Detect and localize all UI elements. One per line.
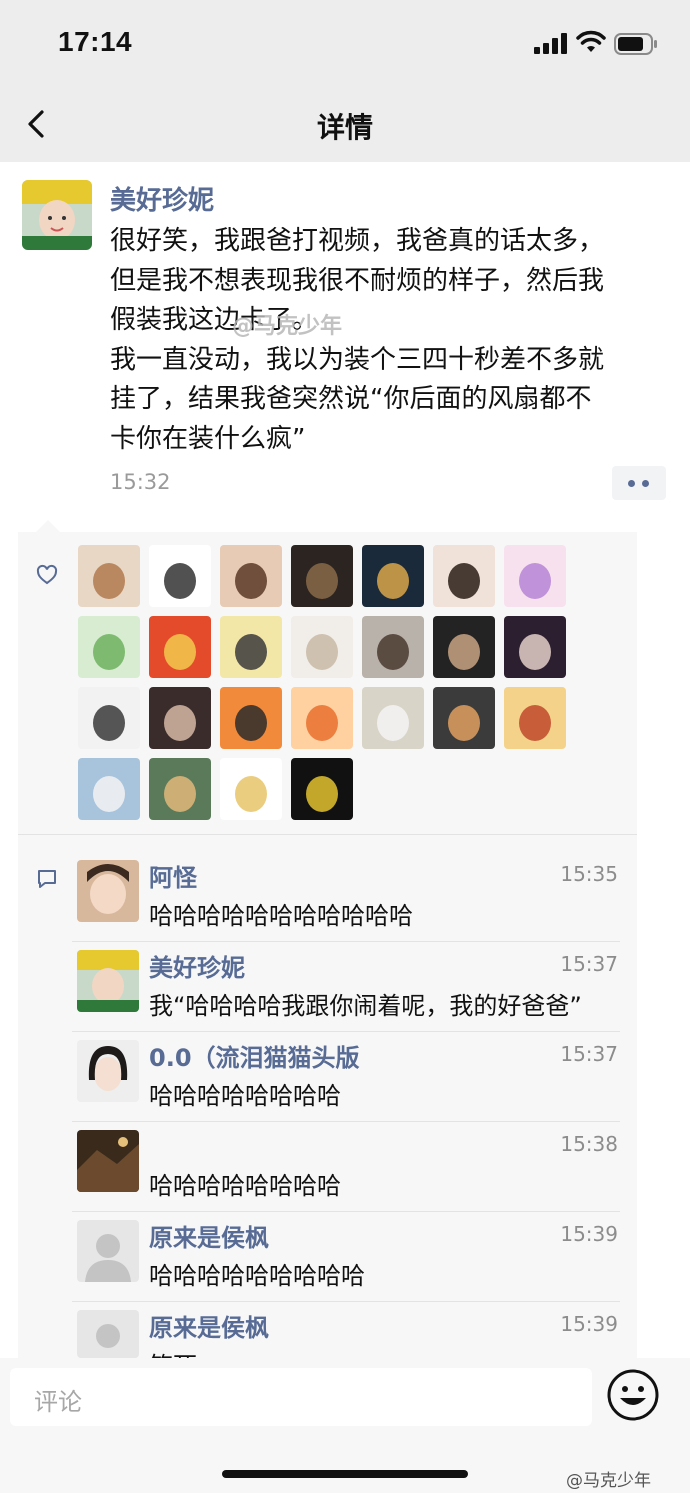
comment-avatar[interactable]	[77, 950, 139, 1012]
post-line: 假装我这边卡了。	[110, 305, 319, 335]
like-avatar[interactable]	[362, 616, 424, 678]
more-icon	[642, 480, 649, 487]
page-title: 详情	[316, 111, 373, 144]
comment-divider	[72, 1301, 620, 1302]
post-line: 卡你在装什么疯”	[110, 423, 306, 454]
comment-avatar[interactable]	[77, 1310, 139, 1358]
comment-icon	[38, 870, 56, 888]
emoji-icon[interactable]	[606, 1368, 660, 1422]
comment-author[interactable]: 原来是侯枫	[149, 1218, 269, 1253]
like-avatar[interactable]	[78, 758, 140, 820]
battery-icon	[614, 33, 657, 55]
likes-divider	[18, 834, 637, 835]
comment-divider	[72, 941, 620, 942]
post-line: 挂了，结果我爸突然说“你后面的风扇都不	[110, 384, 592, 414]
comment-avatar[interactable]	[77, 860, 139, 922]
post-author-name[interactable]: 美好珍妮	[110, 180, 214, 217]
like-avatar[interactable]	[433, 545, 495, 607]
comment-author[interactable]: 美好珍妮	[149, 948, 245, 983]
like-avatar[interactable]	[220, 616, 282, 678]
like-avatar[interactable]	[504, 545, 566, 607]
comment-text: 哈哈哈哈哈哈哈哈哈	[149, 1262, 365, 1290]
wifi-icon	[576, 30, 606, 52]
comment-time: 15:39	[560, 1222, 618, 1246]
comment-text: 哈哈哈哈哈哈哈哈	[149, 1172, 341, 1200]
like-avatar[interactable]	[220, 687, 282, 749]
comment-author[interactable]: 阿怪	[149, 858, 197, 893]
like-avatar[interactable]	[220, 758, 282, 820]
like-avatar[interactable]	[220, 545, 282, 607]
comment-divider	[72, 1121, 620, 1122]
comment-avatar[interactable]	[77, 1040, 139, 1102]
like-avatar[interactable]	[291, 545, 353, 607]
like-avatar[interactable]	[149, 545, 211, 607]
comment-time: 15:35	[560, 862, 618, 886]
like-avatar[interactable]	[504, 616, 566, 678]
like-avatar[interactable]	[149, 687, 211, 749]
like-avatar[interactable]	[362, 545, 424, 607]
like-avatar[interactable]	[291, 687, 353, 749]
footer-watermark: @马克少年	[566, 1471, 651, 1491]
signal-icon	[534, 33, 567, 54]
like-avatar[interactable]	[504, 687, 566, 749]
comment-time: 15:37	[560, 1042, 618, 1066]
comment-text: 哈哈哈哈哈哈哈哈哈哈哈	[149, 902, 413, 930]
comment-divider	[72, 1031, 620, 1032]
post-time: 15:32	[110, 470, 171, 494]
comment-input-placeholder: 评论	[34, 1388, 82, 1416]
comment-divider	[72, 1211, 620, 1212]
post-line: 很好笑，我跟爸打视频，我爸真的话太多，	[110, 226, 605, 256]
comment-time: 15:39	[560, 1312, 618, 1336]
comment-text: 哈哈哈哈哈哈哈哈	[149, 1082, 341, 1110]
post-line: 但是我不想表现我很不耐烦的样子，然后我	[110, 265, 605, 296]
status-time: 17:14	[58, 26, 133, 57]
more-button[interactable]	[612, 466, 666, 500]
like-avatar[interactable]	[362, 687, 424, 749]
like-avatar[interactable]	[78, 687, 140, 749]
post-body: 很好笑，我跟爸打视频，我爸真的话太多， 但是我不想表现我很不耐烦的样子，然后我 …	[110, 222, 670, 459]
more-icon	[628, 480, 635, 487]
like-avatar[interactable]	[149, 616, 211, 678]
comment-text: 我“哈哈哈哈我跟你闹着呢，我的好爸爸”	[149, 992, 582, 1020]
nav-bar: 详情	[0, 88, 690, 162]
post-author-avatar[interactable]	[22, 180, 92, 250]
home-indicator[interactable]	[222, 1470, 468, 1478]
post-line: 我一直没动，我以为装个三四十秒差不多就	[110, 344, 605, 375]
like-avatar[interactable]	[78, 545, 140, 607]
comment-input[interactable]: 评论	[10, 1368, 592, 1426]
comment-time: 15:38	[560, 1132, 618, 1156]
like-avatar[interactable]	[291, 758, 353, 820]
like-avatar[interactable]	[291, 616, 353, 678]
panel-notch	[36, 520, 60, 532]
heart-icon	[36, 564, 58, 585]
comment-avatar[interactable]	[77, 1220, 139, 1282]
like-avatar[interactable]	[433, 687, 495, 749]
comment-author[interactable]: 0.0（流泪猫猫头版	[149, 1038, 360, 1073]
like-avatar[interactable]	[78, 616, 140, 678]
comment-avatar[interactable]	[77, 1130, 139, 1192]
comment-author[interactable]: 原来是侯枫	[149, 1308, 269, 1343]
comment-time: 15:37	[560, 952, 618, 976]
like-avatar[interactable]	[433, 616, 495, 678]
like-avatar[interactable]	[149, 758, 211, 820]
status-bar: 17:14	[0, 0, 690, 88]
post-watermark: @马克少年	[232, 314, 343, 339]
